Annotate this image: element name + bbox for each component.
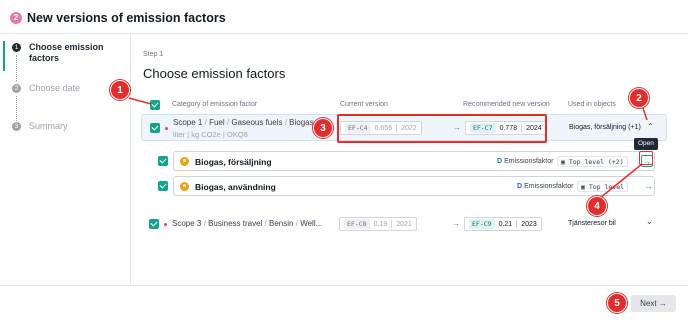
callout-4: 4	[587, 196, 607, 216]
callout-2: 2	[629, 88, 649, 108]
callout-lines	[128, 97, 648, 199]
callout-line-2	[642, 107, 648, 121]
callout-line-1	[128, 97, 152, 105]
callout-5: 5	[607, 293, 627, 313]
callout-3: 3	[313, 118, 333, 138]
callout-line-4	[599, 163, 643, 199]
callout-1: 1	[110, 80, 130, 100]
